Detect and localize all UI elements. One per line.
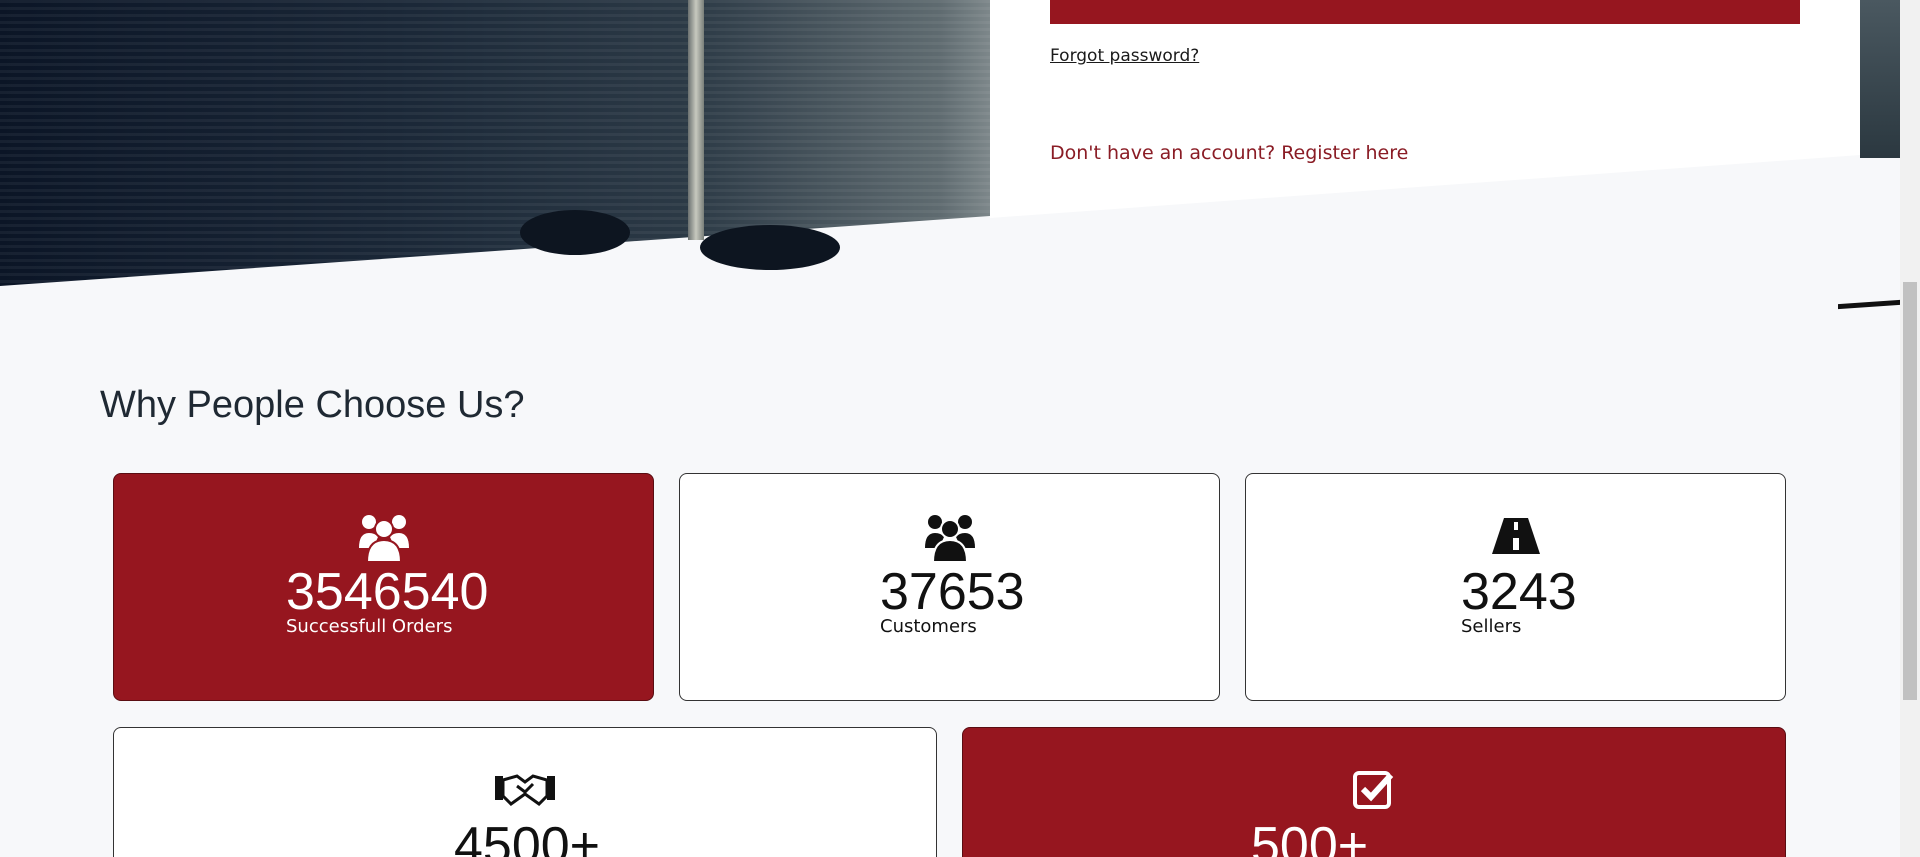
hero-image	[0, 0, 990, 286]
hero-image-shadow	[700, 225, 840, 270]
road-icon	[1491, 518, 1540, 558]
hero-image-pole	[688, 0, 704, 240]
stat-value: 37653	[880, 563, 1025, 621]
handshake-icon	[495, 772, 555, 812]
forgot-password-link[interactable]: Forgot password?	[1050, 46, 1199, 66]
users-icon	[924, 512, 976, 566]
check-square-icon	[1353, 769, 1395, 813]
login-form-panel	[990, 0, 1860, 218]
users-icon	[358, 512, 410, 566]
side-image	[1860, 0, 1900, 158]
stat-card-customers: 37653 Customers	[679, 473, 1220, 701]
stat-value: 500+	[1251, 817, 1369, 857]
stat-value: 4500+	[454, 817, 601, 857]
hero-image-shadow	[520, 210, 630, 255]
stat-value: 3243	[1461, 563, 1577, 621]
stat-label: Successfull Orders	[286, 616, 453, 637]
stat-card-completed: 500+	[962, 727, 1786, 857]
stat-card-orders: 3546540 Successfull Orders	[113, 473, 654, 701]
stat-card-handshake: 4500+	[113, 727, 937, 857]
stat-value: 3546540	[286, 563, 489, 621]
section-title: Why People Choose Us?	[100, 384, 525, 426]
stat-label: Sellers	[1461, 616, 1522, 637]
decorative-line	[1838, 299, 1900, 310]
stat-label: Customers	[880, 616, 977, 637]
scrollbar-thumb[interactable]	[1903, 282, 1917, 700]
login-submit-button[interactable]	[1050, 0, 1800, 24]
register-link[interactable]: Don't have an account? Register here	[1050, 142, 1408, 164]
stat-card-sellers: 3243 Sellers	[1245, 473, 1786, 701]
